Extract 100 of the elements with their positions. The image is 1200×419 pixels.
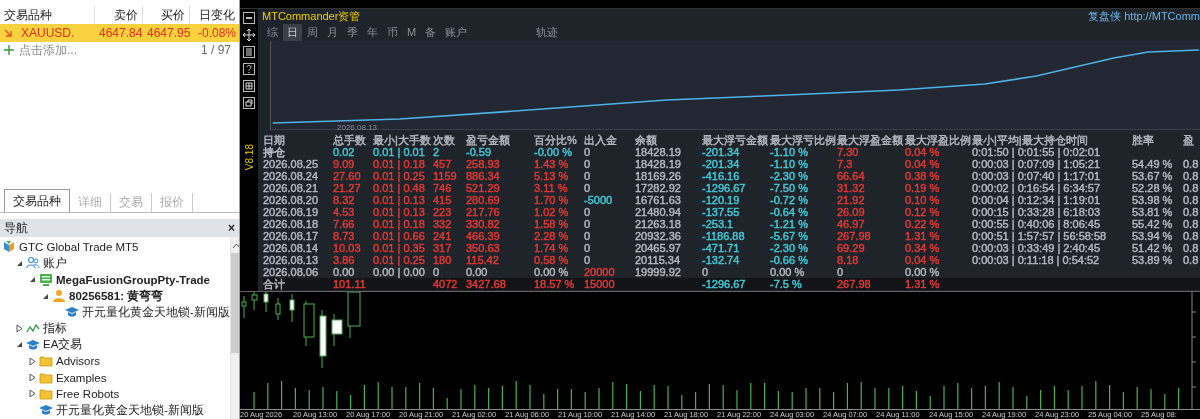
tree-item[interactable]: GTC Global Trade MT5 bbox=[19, 241, 139, 254]
table-cell: 7.3 bbox=[837, 158, 853, 170]
folder-icon bbox=[39, 386, 53, 401]
table-cell: -1186.88 bbox=[702, 230, 745, 242]
table-cell: 1.74 % bbox=[534, 242, 569, 254]
collapse-triangle-icon[interactable] bbox=[15, 341, 23, 349]
scroll-up-icon[interactable] bbox=[231, 243, 239, 249]
tree-item[interactable]: Advisors bbox=[56, 355, 101, 368]
table-cell: 0.00 % bbox=[534, 266, 569, 278]
period-tab[interactable]: 周 bbox=[303, 23, 322, 41]
candlestick bbox=[303, 300, 315, 347]
period-tab[interactable]: M bbox=[403, 25, 421, 39]
period-tab[interactable]: 综 bbox=[263, 23, 282, 41]
table-cell: 20115.34 bbox=[635, 254, 681, 266]
table-cell: 0.8 bbox=[1183, 158, 1199, 170]
table-cell: 2026.08.17 bbox=[263, 230, 319, 242]
table-cell: 20932.36 bbox=[635, 230, 681, 242]
expand-triangle-icon[interactable] bbox=[15, 325, 23, 333]
move-icon[interactable] bbox=[243, 29, 255, 41]
table-cell: 8.32 bbox=[333, 194, 355, 206]
period-tab[interactable]: 轨迹 bbox=[532, 23, 563, 41]
expand-triangle-icon[interactable] bbox=[28, 390, 36, 398]
website-link[interactable]: 复盘侠 http://MTComm bbox=[1088, 9, 1200, 24]
tree-item[interactable]: Free Robots bbox=[56, 387, 120, 400]
period-tab[interactable]: 日 bbox=[283, 23, 302, 41]
period-tab[interactable]: 账户 bbox=[441, 23, 472, 41]
period-tab[interactable]: 备 bbox=[421, 23, 441, 41]
table-cell: 0.01 | 0.48 bbox=[373, 182, 425, 194]
table-cell: 521.29 bbox=[466, 182, 500, 194]
help-icon[interactable] bbox=[243, 63, 255, 75]
table-cell: 0.01 | 0.18 bbox=[373, 158, 425, 170]
table-cell: -0.66 % bbox=[770, 254, 808, 266]
table-cell: 0 bbox=[433, 266, 440, 278]
table-cell: 0.00 bbox=[466, 266, 488, 278]
table-cell: -1.10 % bbox=[770, 158, 808, 170]
expand-triangle-icon[interactable] bbox=[28, 357, 36, 365]
panel-tab[interactable]: 交易品种 bbox=[4, 189, 70, 212]
table-cell: 350.63 bbox=[466, 242, 500, 254]
table-cell: 115.42 bbox=[466, 254, 499, 266]
period-tab[interactable]: 季 bbox=[343, 23, 362, 41]
collapse-triangle-icon[interactable] bbox=[41, 292, 49, 300]
graduation-cap-icon bbox=[26, 337, 40, 352]
table-cell: 0.34 % bbox=[905, 242, 940, 254]
table-cell: -1296.67 bbox=[702, 278, 746, 290]
table-cell: 19999.92 bbox=[635, 266, 681, 278]
close-button[interactable]: × bbox=[228, 221, 235, 235]
candlestick bbox=[289, 293, 295, 323]
period-tab[interactable]: 月 bbox=[323, 23, 342, 41]
tree-item[interactable]: 账户 bbox=[43, 255, 67, 271]
restore-window-icon[interactable] bbox=[243, 97, 255, 109]
table-cell: 10.03 bbox=[333, 242, 361, 254]
table-cell: -2.30 % bbox=[770, 242, 808, 254]
table-cell: 0.58 % bbox=[534, 254, 569, 266]
table-cell: 0.04 % bbox=[905, 158, 940, 170]
table-cell: 0 bbox=[837, 266, 844, 278]
table-cell: 0.10 % bbox=[905, 194, 940, 206]
table-cell: 66.64 bbox=[837, 170, 865, 182]
column-header: 最小|平均|最大持仓时间 bbox=[972, 134, 1088, 146]
table-cell: -7.50 % bbox=[770, 182, 808, 194]
date-label: 2026.08.13 bbox=[337, 123, 378, 132]
table-cell: 2026.08.21 bbox=[263, 182, 319, 194]
column-header: 日期 bbox=[263, 134, 285, 146]
table-cell: 7.30 bbox=[837, 146, 859, 158]
period-tab[interactable]: 币 bbox=[383, 23, 402, 41]
collapse-triangle-icon[interactable] bbox=[28, 276, 36, 284]
tree-item[interactable]: 开元量化黄金天地锁-新闻版 bbox=[82, 304, 230, 320]
table-cell: 69.29 bbox=[837, 242, 865, 254]
tree-item[interactable]: 80256581: 黄弯弯 bbox=[69, 288, 164, 304]
table-cell: 53.89 % bbox=[1132, 254, 1173, 266]
tree-item[interactable]: 指标 bbox=[43, 321, 67, 337]
table-cell: 0:00:03 | 0:11:18 | 0:54:52 bbox=[972, 254, 1100, 266]
table-cell: 1.70 % bbox=[534, 194, 569, 206]
table-cell: 20000 bbox=[584, 266, 615, 278]
grid-icon[interactable] bbox=[243, 80, 255, 92]
table-cell: 0.01 | 0.25 bbox=[373, 254, 425, 266]
minimize-icon[interactable] bbox=[243, 12, 255, 24]
column-header: 最大浮亏比例 bbox=[770, 134, 836, 146]
table-cell: 2026.08.13 bbox=[263, 254, 319, 266]
panel-title: 导航 bbox=[4, 219, 28, 237]
scroll-thumb[interactable] bbox=[230, 253, 239, 353]
tree-item[interactable]: 开元量化黄金天地锁-新闻版 bbox=[56, 402, 204, 418]
period-tab[interactable]: 年 bbox=[363, 23, 382, 41]
expand-triangle-icon[interactable] bbox=[28, 374, 36, 381]
table-cell: 17282.92 bbox=[635, 182, 681, 194]
table-cell: 0.00 % bbox=[905, 266, 940, 278]
tree-item[interactable]: MegaFusionGroupPty-Trade bbox=[56, 273, 210, 286]
table-cell: 4072 bbox=[433, 278, 458, 290]
table-cell: 280.69 bbox=[466, 194, 500, 206]
tree-item[interactable]: Examples bbox=[56, 371, 107, 384]
table-cell: 21.27 bbox=[333, 182, 361, 194]
table-cell: 330.82 bbox=[466, 218, 500, 230]
table-cell: 0.01 | 0.66 bbox=[373, 230, 425, 242]
people-icon bbox=[26, 256, 40, 271]
column-header: 盈 bbox=[1183, 134, 1194, 146]
collapse-triangle-icon[interactable] bbox=[15, 259, 23, 267]
table-cell: 0:00:03 | 0:07:09 | 1:05:21 bbox=[972, 158, 1101, 170]
table-cell: 2026.08.18 bbox=[263, 218, 319, 230]
add-symbol-link[interactable]: 点击添加... bbox=[19, 41, 77, 59]
tree-item[interactable]: EA交易 bbox=[43, 337, 83, 353]
table-cell: 53.98 % bbox=[1132, 194, 1173, 206]
